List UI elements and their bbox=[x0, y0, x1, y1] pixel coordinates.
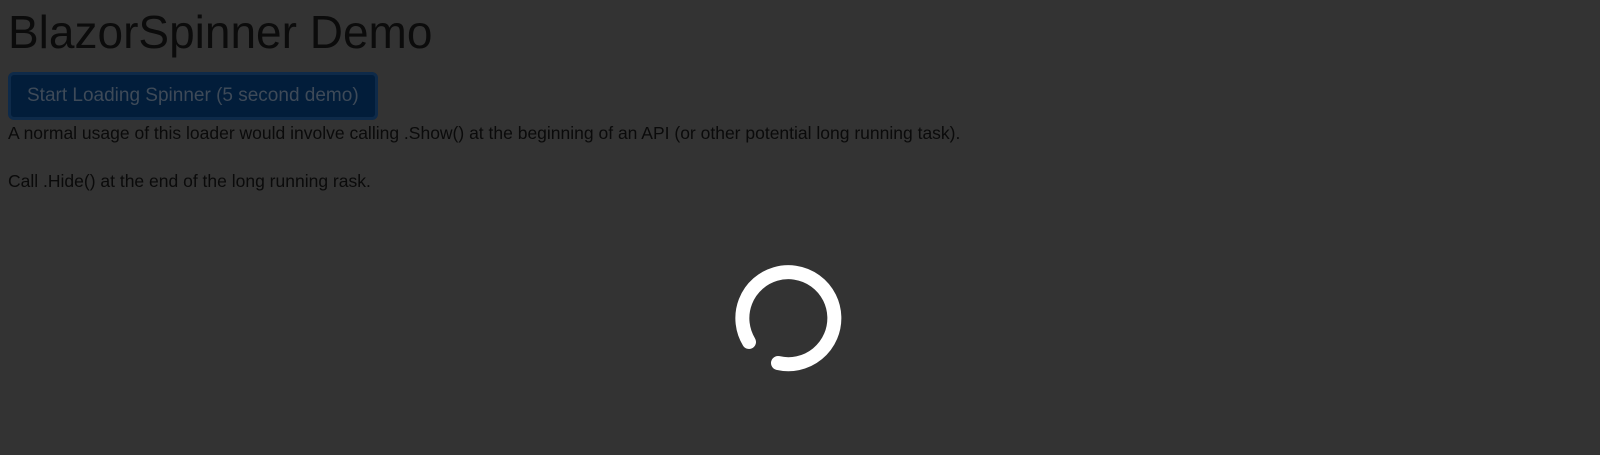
page: BlazorSpinner Demo Start Loading Spinner… bbox=[0, 0, 1600, 455]
start-loading-spinner-button[interactable]: Start Loading Spinner (5 second demo) bbox=[8, 72, 378, 120]
loading-spinner-icon bbox=[735, 265, 842, 372]
main-content: BlazorSpinner Demo Start Loading Spinner… bbox=[8, 0, 960, 192]
page-title: BlazorSpinner Demo bbox=[8, 6, 433, 58]
loading-overlay bbox=[734, 264, 854, 384]
usage-paragraph: A normal usage of this loader would invo… bbox=[8, 123, 961, 143]
hide-paragraph: Call .Hide() at the end of the long runn… bbox=[8, 171, 371, 191]
